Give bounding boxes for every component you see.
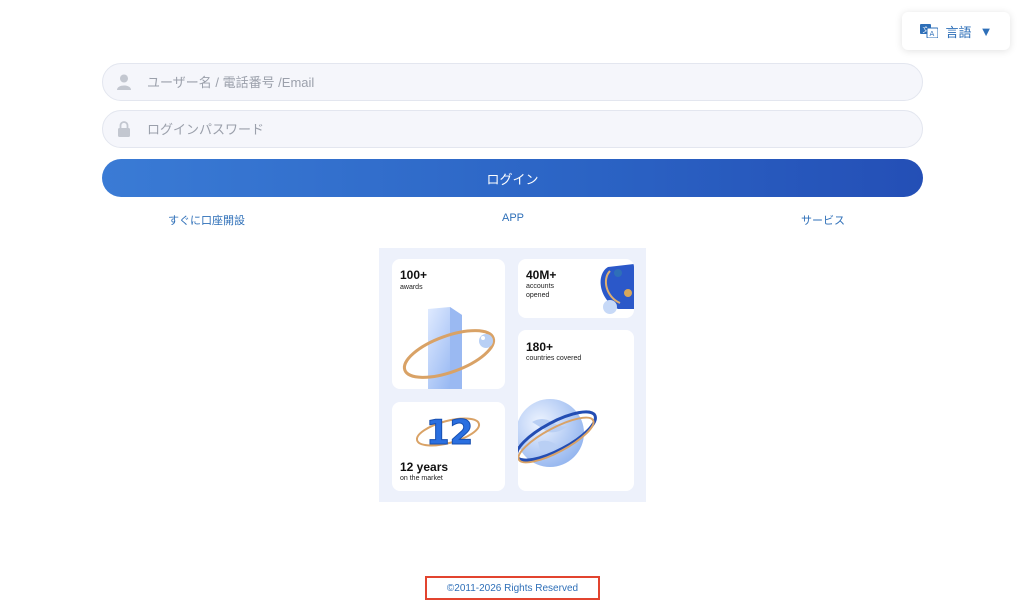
password-field[interactable] [102,110,923,148]
language-switcher[interactable]: 文 A 言語 ▼ [902,12,1010,50]
username-input[interactable] [145,73,845,91]
promo-panel: 100+ awards 40M+ accounts opened 180+ co… [379,248,646,502]
chevron-down-icon: ▼ [979,23,993,39]
svg-text:A: A [929,30,934,38]
copyright-footer: ©2011-2026 Rights Reserved [425,576,600,600]
years-value: 12 years [400,460,449,474]
app-link[interactable]: APP [502,212,524,224]
accounts-illustration [600,264,634,314]
password-input[interactable] [145,120,845,138]
copyright-text: ©2011-2026 Rights Reserved [446,582,579,594]
login-button[interactable]: ログイン [102,159,923,197]
username-field[interactable] [102,63,923,101]
user-icon [117,74,131,90]
language-label: 言語 [945,24,972,40]
lock-icon [117,121,131,137]
translate-icon: 文 A [919,24,939,39]
globe-illustration [518,399,597,467]
accounts-card: 40M+ accounts opened [518,259,634,318]
countries-card: 180+ countries covered [518,330,634,491]
trophy-illustration [402,307,496,389]
years-badge-illustration: 12 [415,413,481,454]
open-account-link[interactable]: すぐに口座開設 [168,212,245,228]
awards-card: 100+ awards [392,259,505,389]
years-caption: on the market [400,475,443,482]
services-link[interactable]: サービス [801,212,845,228]
years-card: 12 12 years on the market [392,402,505,491]
years-badge: 12 [426,413,473,453]
